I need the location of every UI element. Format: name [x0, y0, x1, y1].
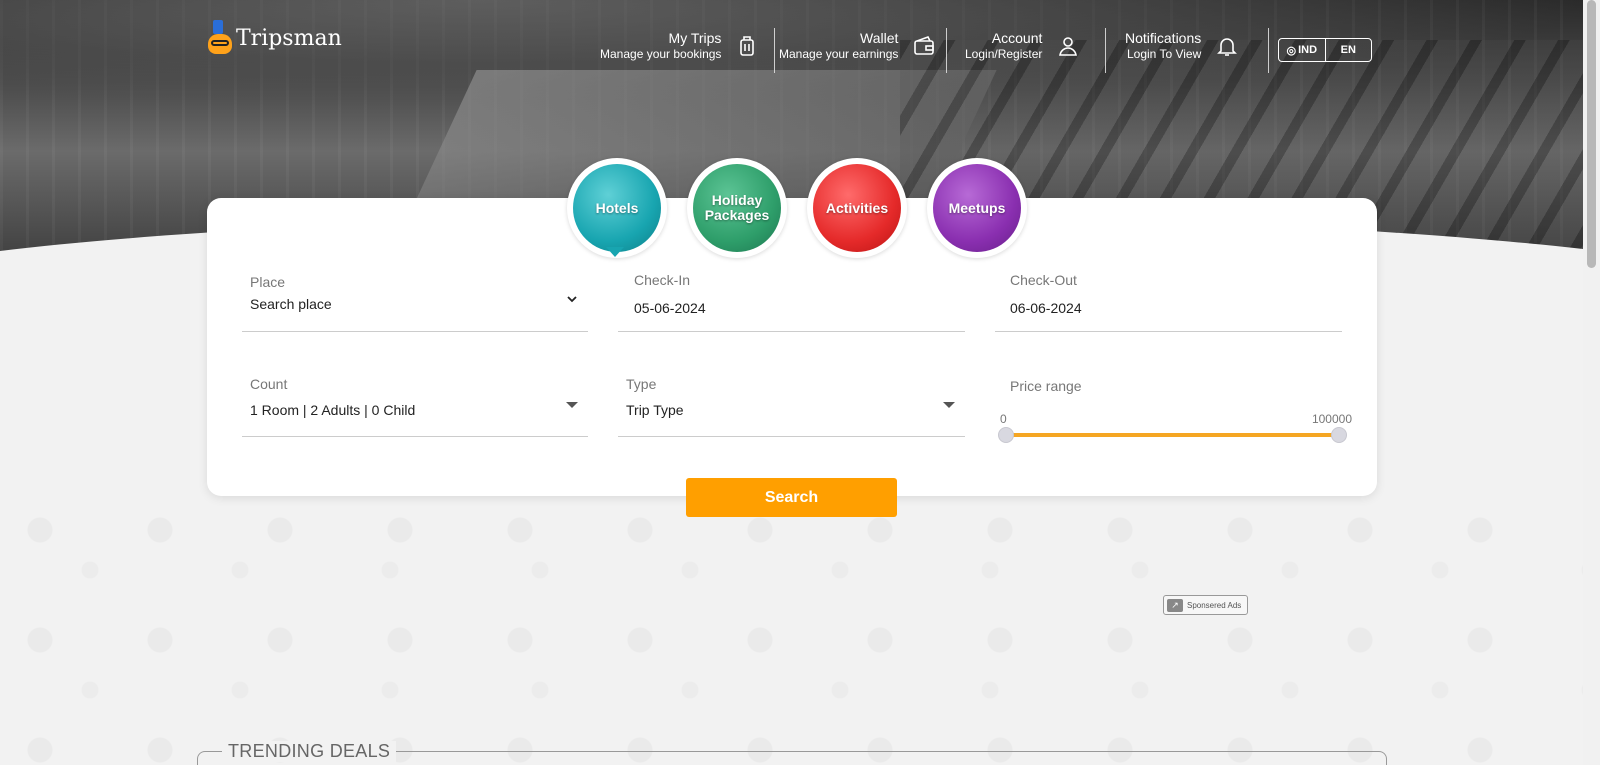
nav-divider — [1268, 28, 1269, 73]
count-label: Count — [250, 376, 288, 392]
trending-deals-title: TRENDING DEALS — [222, 741, 397, 762]
category-meetups-label: Meetups — [933, 164, 1021, 252]
scrollbar-thumb[interactable] — [1587, 0, 1596, 268]
external-link-icon: ↗ — [1167, 598, 1183, 612]
nav-account-title: Account — [991, 30, 1043, 46]
user-icon — [1056, 34, 1080, 58]
travel-doodle-background — [0, 490, 1600, 765]
nav-divider — [946, 28, 947, 73]
locale-selector[interactable]: ◎ IND EN — [1278, 38, 1372, 62]
caret-down-icon[interactable] — [943, 402, 955, 408]
checkout-value: 06-06-2024 — [1010, 300, 1082, 316]
brand-name: Tripsman — [236, 25, 342, 51]
active-category-pointer — [606, 247, 624, 257]
count-value: 1 Room | 2 Adults | 0 Child — [250, 402, 416, 418]
category-activities-label: Activities — [813, 164, 901, 252]
country-selector[interactable]: ◎ IND — [1279, 39, 1325, 61]
checkin-value: 05-06-2024 — [634, 300, 706, 316]
checkin-label: Check-In — [634, 272, 691, 288]
category-holiday-packages-label: Holiday Packages — [693, 164, 781, 252]
trip-type-value: Trip Type — [626, 402, 684, 418]
country-code: IND — [1298, 44, 1318, 56]
nav-divider — [1105, 28, 1106, 73]
category-meetups[interactable]: Meetups — [927, 158, 1027, 258]
nav-notifications-subtitle: Login To View — [1126, 47, 1202, 61]
nav-wallet[interactable]: Wallet Manage your earnings — [779, 30, 936, 62]
bell-icon — [1215, 34, 1239, 58]
trip-type-label: Type — [626, 376, 657, 392]
price-range-slider[interactable]: Price range 0 100000 — [998, 378, 1352, 448]
place-field[interactable]: Place Search place — [242, 272, 588, 332]
nav-account-subtitle: Login/Register — [965, 47, 1043, 61]
language-code: EN — [1340, 44, 1356, 56]
nav-my-trips-title: My Trips — [668, 30, 722, 46]
brand-logo[interactable]: Tripsman — [208, 20, 342, 56]
language-selector[interactable]: EN — [1324, 39, 1372, 61]
price-max-value: 100000 — [1311, 412, 1352, 426]
checkout-label: Check-Out — [1010, 272, 1077, 288]
category-holiday-packages[interactable]: Holiday Packages — [687, 158, 787, 258]
checkin-field[interactable]: Check-In 05-06-2024 — [618, 272, 965, 332]
checkout-field[interactable]: Check-Out 06-06-2024 — [995, 272, 1342, 332]
price-range-label: Price range — [1010, 378, 1082, 394]
category-activities[interactable]: Activities — [807, 158, 907, 258]
nav-notifications[interactable]: Notifications Login To View — [1125, 30, 1239, 62]
trip-type-field[interactable]: Type Trip Type — [618, 376, 965, 437]
wallet-icon — [912, 34, 936, 58]
sponsored-ads-badge[interactable]: ↗ Sponsered Ads — [1163, 595, 1248, 615]
place-value: Search place — [250, 296, 332, 312]
search-button[interactable]: Search — [686, 478, 897, 517]
nav-account[interactable]: Account Login/Register — [965, 30, 1080, 62]
logo-mascot-icon — [208, 20, 232, 56]
nav-my-trips[interactable]: My Trips Manage your bookings — [600, 30, 759, 62]
luggage-icon — [735, 34, 759, 58]
sponsored-ads-label: Sponsered Ads — [1187, 600, 1242, 610]
caret-down-icon[interactable] — [566, 402, 578, 408]
chevron-down-icon[interactable] — [566, 292, 578, 310]
price-range-track — [1004, 433, 1342, 437]
nav-my-trips-subtitle: Manage your bookings — [600, 47, 722, 61]
nav-wallet-subtitle: Manage your earnings — [779, 47, 899, 61]
nav-divider — [774, 28, 775, 73]
page-scrollbar[interactable] — [1583, 0, 1600, 765]
price-max-handle[interactable] — [1331, 427, 1347, 443]
search-card — [207, 198, 1377, 496]
site-header: Tripsman My Trips Manage your bookings W… — [0, 0, 1600, 90]
price-min-handle[interactable] — [998, 427, 1014, 443]
price-min-value: 0 — [1000, 412, 1007, 426]
trending-deals-section: TRENDING DEALS — [197, 741, 1387, 765]
place-label: Place — [250, 274, 286, 290]
category-hotels[interactable]: Hotels — [567, 158, 667, 258]
nav-notifications-title: Notifications — [1125, 30, 1202, 46]
globe-icon: ◎ — [1286, 44, 1297, 57]
nav-wallet-title: Wallet — [860, 30, 899, 46]
count-field[interactable]: Count 1 Room | 2 Adults | 0 Child — [242, 376, 588, 437]
category-hotels-label: Hotels — [573, 164, 661, 252]
